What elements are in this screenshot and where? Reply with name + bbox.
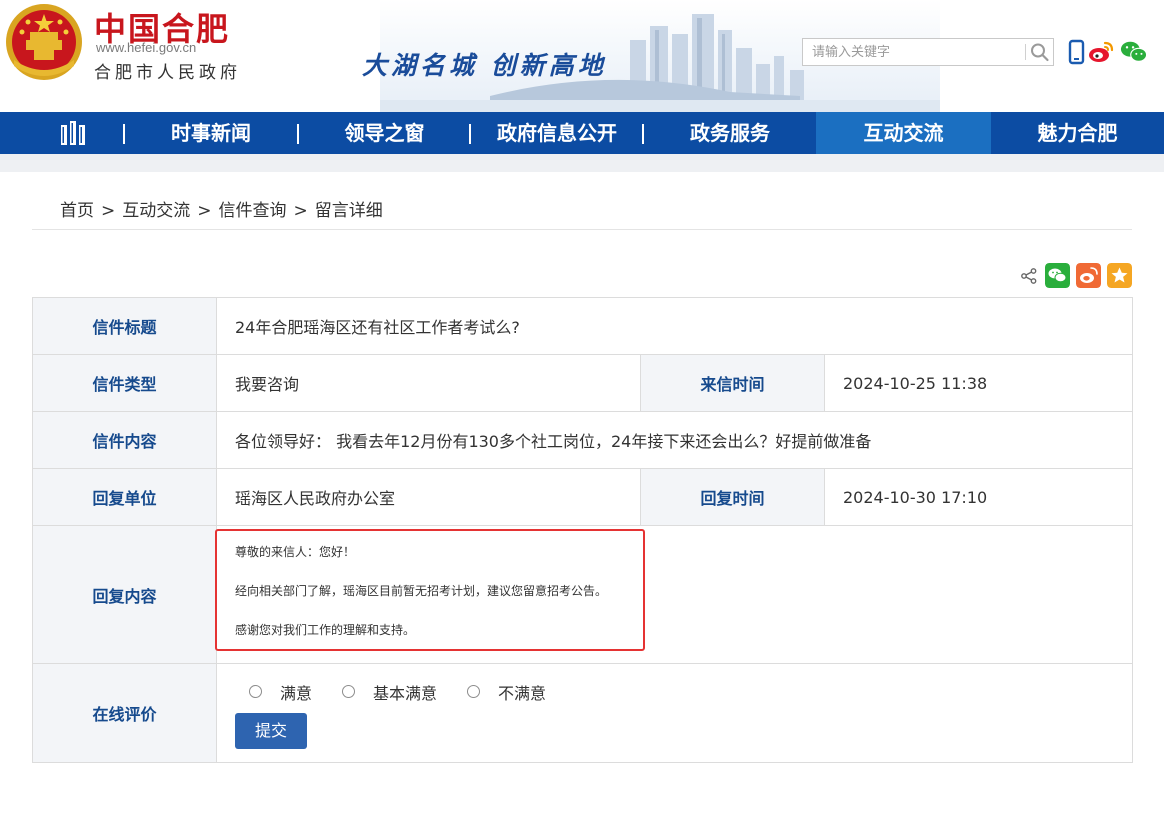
rating-options: 满意 基本满意 不满意 [249, 680, 1132, 704]
wechat-share-icon[interactable] [1045, 263, 1070, 288]
letter-detail-table: 信件标题 24年合肥瑶海区还有社区工作者考试么? 信件类型 我要咨询 来信时间 … [32, 297, 1134, 763]
slogan: 大湖名城 创新高地 [362, 51, 607, 80]
reply-closing: 感谢您对我们工作的理解和支持。 [235, 623, 416, 637]
reply-content-label: 回复内容 [32, 525, 217, 664]
nav-item-charm-hefei[interactable]: 魅力合肥 [991, 112, 1164, 154]
breadcrumb-current: 留言详细 [314, 201, 383, 221]
wechat-icon[interactable] [1120, 38, 1148, 66]
rating-option-label: 基本满意 [373, 683, 438, 703]
reply-time-label: 回复时间 [640, 468, 825, 526]
reply-unit-value: 瑶海区人民政府办公室 [216, 468, 641, 526]
favorite-star-icon[interactable] [1107, 263, 1132, 288]
reply-body: 经向相关部门了解，瑶海区目前暂无招考计划，建议您留意招考公告。 [235, 584, 608, 598]
main-navigation: 时事新闻 领导之窗 政府信息公开 政务服务 互动交流 魅力合肥 [0, 112, 1164, 154]
site-url: www.hefei.gov.cn [96, 40, 197, 55]
search-box [802, 38, 1054, 66]
table-row: 回复内容 尊敬的来信人：您好！ 经向相关部门了解，瑶海区目前暂无招考计划，建议您… [32, 525, 1134, 664]
nav-shadow-band [0, 154, 1164, 172]
letter-content-value: 各位领导好： 我看去年12月份有130多个社工岗位，24年接下来还会出么？好提前… [215, 411, 1134, 469]
letter-title-label: 信件标题 [32, 297, 217, 355]
share-icon[interactable] [1020, 267, 1038, 285]
rating-option-label: 不满意 [498, 683, 547, 703]
breadcrumb-divider [32, 229, 1132, 230]
table-row: 信件标题 24年合肥瑶海区还有社区工作者考试么? [32, 297, 1134, 355]
home-building-icon [61, 121, 85, 145]
reply-greeting: 尊敬的来信人：您好！ [235, 545, 356, 559]
radio-button[interactable] [249, 685, 262, 698]
letter-content-label: 信件内容 [32, 411, 217, 469]
radio-button[interactable] [467, 685, 481, 698]
reply-unit-label: 回复单位 [32, 468, 217, 526]
nav-item-news[interactable]: 时事新闻 [125, 112, 297, 154]
letter-type-value: 我要咨询 [216, 354, 641, 412]
breadcrumb-separator: > [101, 201, 116, 221]
rating-option-label: 满意 [280, 683, 313, 703]
letter-type-label: 信件类型 [32, 354, 217, 412]
weibo-icon[interactable] [1087, 38, 1115, 66]
submit-button[interactable]: 提交 [235, 712, 307, 749]
breadcrumb-letter-query[interactable]: 信件查询 [219, 201, 287, 221]
reply-time-value: 2024-10-30 17:10 [823, 468, 1134, 526]
mobile-icon[interactable] [1062, 38, 1090, 66]
search-input[interactable] [803, 39, 1025, 65]
table-row: 回复单位 瑶海区人民政府办公室 回复时间 2024-10-30 17:10 [32, 468, 1134, 526]
rating-option-satisfied[interactable]: 满意 [249, 680, 312, 704]
table-row: 信件类型 我要咨询 来信时间 2024-10-25 11:38 [32, 354, 1134, 412]
nav-item-leaders[interactable]: 领导之窗 [299, 112, 470, 154]
breadcrumb-separator: > [293, 201, 308, 221]
weibo-share-icon[interactable] [1076, 263, 1101, 288]
letter-title-value: 24年合肥瑶海区还有社区工作者考试么? [215, 297, 1134, 355]
table-row: 在线评价 满意 基本满意 不满意 提交 [32, 663, 1134, 763]
site-subtitle: 合肥市人民政府 [94, 63, 241, 83]
radio-button[interactable] [342, 685, 356, 698]
rating-cell: 满意 基本满意 不满意 提交 [215, 663, 1134, 763]
table-row: 信件内容 各位领导好： 我看去年12月份有130多个社工岗位，24年接下来还会出… [32, 411, 1134, 469]
breadcrumb: 首页 > 互动交流 > 信件查询 > 留言详细 [60, 196, 383, 221]
nav-item-info-disclosure[interactable]: 政府信息公开 [471, 112, 643, 154]
letter-time-value: 2024-10-25 11:38 [823, 354, 1134, 412]
nav-item-interaction[interactable]: 互动交流 [816, 112, 991, 154]
breadcrumb-home[interactable]: 首页 [60, 201, 94, 221]
nav-home[interactable] [0, 112, 128, 154]
rating-option-basically-satisfied[interactable]: 基本满意 [342, 680, 437, 704]
search-icon[interactable] [1028, 41, 1052, 63]
rating-label: 在线评价 [32, 663, 217, 763]
site-header: 中国合肥 www.hefei.gov.cn 合肥市人民政府 大湖名城 创新高地 [0, 0, 1164, 112]
national-emblem-icon [6, 4, 82, 80]
search-divider [1025, 44, 1026, 60]
reply-content-value: 尊敬的来信人：您好！ 经向相关部门了解，瑶海区目前暂无招考计划，建议您留意招考公… [215, 525, 1134, 664]
breadcrumb-interaction[interactable]: 互动交流 [122, 201, 190, 221]
letter-time-label: 来信时间 [640, 354, 825, 412]
rating-option-dissatisfied[interactable]: 不满意 [467, 680, 546, 704]
breadcrumb-separator: > [197, 201, 212, 221]
nav-item-services[interactable]: 政务服务 [644, 112, 816, 154]
